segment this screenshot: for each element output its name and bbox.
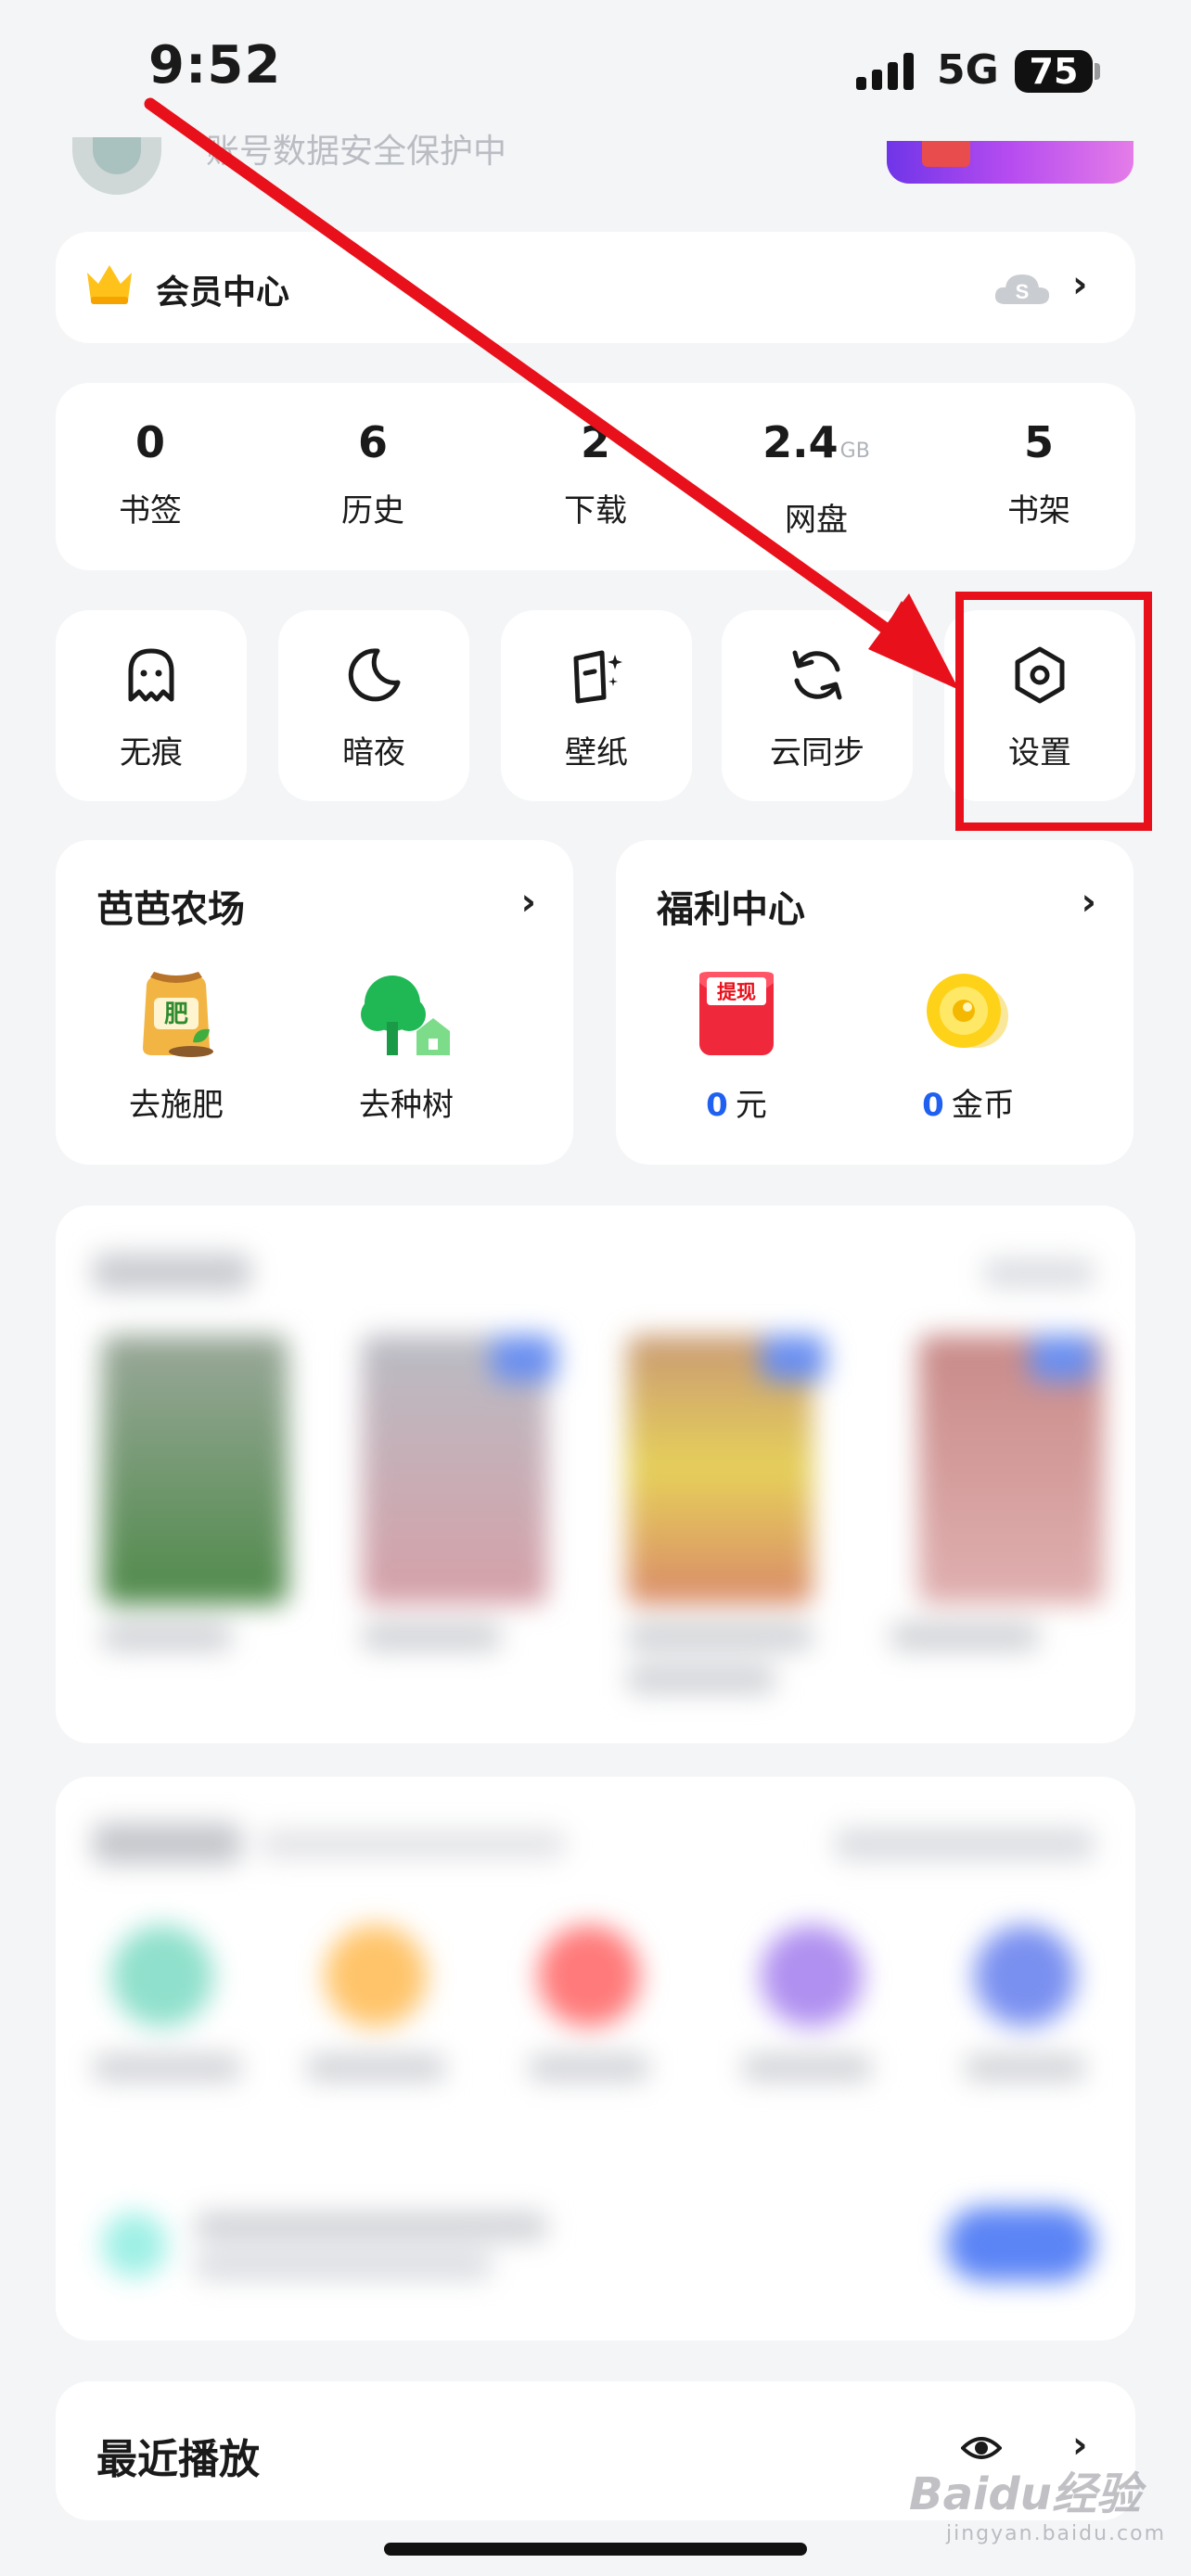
fertilizer-bag-icon: 肥 (143, 972, 213, 1057)
stat-unit: GB (839, 440, 870, 463)
stat-label: 网盘 (785, 502, 848, 539)
stat-value: 2 (580, 417, 610, 467)
blurred-content (56, 1777, 1135, 2340)
annotation-highlight-box (955, 592, 1152, 831)
ghost-icon (128, 648, 174, 702)
profile-promo-banner[interactable] (887, 141, 1133, 184)
watermark-brand: Baidu经验 (909, 2468, 1141, 2520)
welfare-cash-amount: 0 (706, 1087, 728, 1124)
stat-history[interactable]: 6 历史 (289, 416, 456, 530)
svg-text:S: S (1016, 280, 1030, 303)
blurred-services-card (56, 1777, 1135, 2340)
tool-label: 云同步 (770, 734, 864, 772)
cellular-signal-icon (856, 51, 919, 90)
tool-label: 壁纸 (565, 734, 628, 772)
welfare-cash-unit: 元 (735, 1087, 767, 1124)
stat-bookshelf[interactable]: 5 书架 (955, 416, 1122, 530)
stats-card: 0 书签 6 历史 2 下载 2.4GB 网盘 5 书架 (56, 383, 1135, 570)
stat-value: 0 (134, 417, 165, 467)
tool-dark-mode[interactable]: 暗夜 (278, 610, 469, 801)
farm-card[interactable]: 芭芭农场 › 肥 去施肥 去种树 (56, 840, 573, 1165)
stat-value: 6 (357, 417, 388, 467)
watermark-domain: jingyan.baidu.com (946, 2522, 1167, 2545)
network-type: 5G (937, 46, 999, 94)
welfare-cash-value: 0元 (653, 1079, 820, 1125)
stat-cloud-drive[interactable]: 2.4GB 网盘 (733, 416, 900, 540)
sync-icon (792, 650, 842, 700)
stat-value: 5 (1023, 417, 1054, 467)
farm-plant-tree-label: 去种树 (359, 1087, 454, 1124)
welfare-cash[interactable]: 提现 0元 (653, 966, 820, 1125)
moon-icon (348, 648, 401, 702)
stat-bookmarks[interactable]: 0 书签 (67, 416, 234, 530)
crown-icon (87, 265, 132, 304)
stat-downloads[interactable]: 2 下载 (512, 416, 679, 530)
home-indicator[interactable] (384, 2543, 807, 2556)
chevron-right-icon: › (1081, 881, 1096, 924)
farm-fertilize[interactable]: 肥 去施肥 (93, 966, 260, 1125)
farm-title: 芭芭农场 (96, 888, 245, 931)
red-envelope-icon: 提现 (699, 972, 774, 1055)
profile-subtitle: 账号数据安全保护中 (206, 133, 507, 167)
chevron-right-icon: › (520, 881, 536, 924)
farm-fertilize-label: 去施肥 (129, 1087, 224, 1124)
vip-center-label: 会员中心 (156, 274, 290, 312)
farm-plant-tree[interactable]: 去种树 (323, 966, 490, 1125)
tool-incognito[interactable]: 无痕 (56, 610, 247, 801)
tool-label: 暗夜 (342, 734, 405, 772)
welfare-title: 福利中心 (657, 888, 805, 931)
blurred-content (56, 1205, 1135, 1743)
vip-center-row[interactable]: 会员中心 S › (56, 232, 1135, 343)
gold-coin-icon (927, 974, 1008, 1048)
stat-label: 书架 (1007, 492, 1070, 529)
red-envelope-label: 提现 (717, 981, 756, 1003)
welfare-coins[interactable]: 0 金币 (885, 966, 1052, 1125)
battery-level: 75 (1029, 51, 1079, 92)
stat-label: 书签 (119, 492, 182, 529)
tool-cloud-sync[interactable]: 云同步 (722, 610, 913, 801)
welfare-coins-value: 0 金币 (885, 1079, 1052, 1125)
stat-value: 2.4GB (762, 417, 870, 467)
baidu-watermark: Baidu经验 jingyan.baidu.com (909, 2457, 1166, 2545)
tool-wallpaper[interactable]: 壁纸 (501, 610, 692, 801)
cloud-s-icon: S (994, 274, 1050, 304)
tree-icon (361, 976, 450, 1055)
battery-icon: 75 (1015, 50, 1093, 93)
stat-label: 下载 (564, 492, 627, 529)
stat-label: 历史 (341, 492, 404, 529)
recent-playback-title: 最近播放 (96, 2436, 260, 2483)
tool-label: 无痕 (120, 734, 183, 772)
battery-tip (1095, 63, 1100, 80)
welfare-coins-unit: 金币 (951, 1087, 1015, 1124)
chevron-right-icon: › (1072, 263, 1088, 306)
blurred-recommend-card (56, 1205, 1135, 1743)
fertilizer-bag-label: 肥 (164, 1001, 188, 1028)
welfare-coins-amount: 0 (922, 1087, 944, 1124)
welfare-card[interactable]: 福利中心 › 提现 0元 0 金币 (616, 840, 1133, 1165)
avatar[interactable] (72, 137, 161, 195)
wallpaper-icon (573, 650, 622, 704)
status-time: 9:52 (148, 35, 282, 96)
